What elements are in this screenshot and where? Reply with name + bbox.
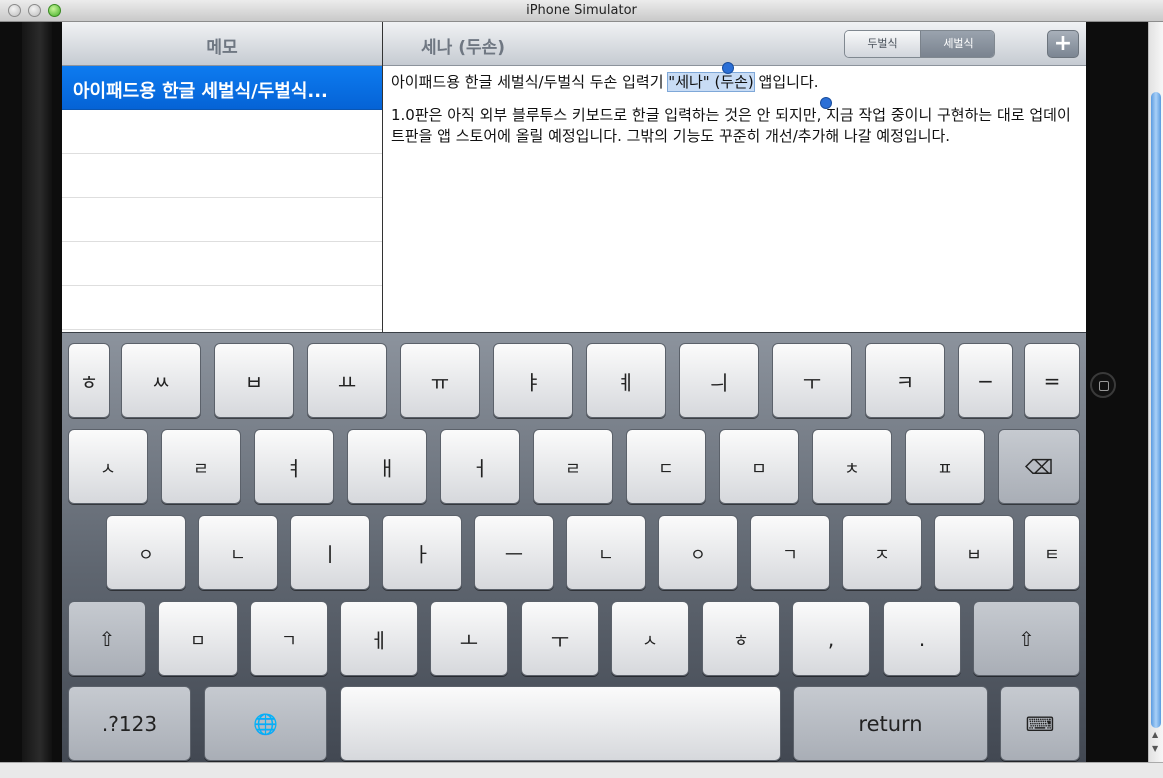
numbers-key[interactable]: .?123 [68,686,191,761]
layout-segmented-control: 두벌식 세벌식 [844,30,995,58]
segment-dubeolsik[interactable]: 두벌식 [845,31,920,57]
key[interactable]: ㅎ [702,601,780,676]
key[interactable]: ㅌ [1024,515,1080,590]
window-scrollbar[interactable]: ▲ ▼ [1148,22,1163,762]
key[interactable]: ㅐ [347,429,427,504]
memo-list-pane: 메모 아이패드용 한글 세벌식/두벌식... [62,22,383,332]
onscreen-keyboard: ㅎ ㅆ ㅂ ㅛ ㅠ ㅑ ㅖ ㅢ ㅜ ㅋ − = ㅅ ㄹ ㅕ ㅐ ㅓ ㄹ ㄷ ㅁ … [62,332,1086,762]
key[interactable]: ㄱ [750,515,830,590]
key[interactable]: ㄱ [250,601,328,676]
key[interactable]: ㅜ [772,343,852,418]
key[interactable]: − [958,343,1013,418]
key[interactable]: ㅖ [586,343,666,418]
key[interactable]: ㅔ [340,601,418,676]
space-key[interactable] [340,686,781,761]
home-square-icon [1099,381,1109,391]
list-item-label: 아이패드용 한글 세벌식/두벌식... [73,81,328,102]
key[interactable]: ㅂ [934,515,1014,590]
detail-title: 세나 (두손) [421,38,506,58]
scroll-down-arrow-icon[interactable]: ▼ [1152,744,1158,753]
list-item[interactable]: 아이패드용 한글 세벌식/두벌식... [62,66,382,110]
globe-icon: 🌐 [253,711,278,736]
key[interactable]: ㅁ [158,601,238,676]
shift-key-right[interactable]: ⇧ [973,601,1080,676]
key[interactable]: ㅋ [865,343,945,418]
home-button[interactable] [1090,372,1116,398]
memo-text: 앱입니다. [753,73,819,91]
key[interactable]: , [792,601,870,676]
key[interactable]: ㅅ [611,601,689,676]
ipad-bezel-left [0,22,62,762]
shift-icon: ⇧ [98,626,116,651]
key[interactable]: ㅢ [679,343,759,418]
window-title: iPhone Simulator [526,3,637,18]
ipad-screen: 메모 아이패드용 한글 세벌식/두벌식... 세나 (두손) 두벌식 세벌식 +… [62,22,1086,762]
key[interactable]: ㄷ [626,429,706,504]
detail-navbar: 세나 (두손) 두벌식 세벌식 + [383,22,1086,66]
key[interactable]: ㅇ [658,515,738,590]
key[interactable]: ㅓ [440,429,520,504]
backspace-key[interactable]: ⌫ [998,429,1080,504]
shift-key[interactable]: ⇧ [68,601,146,676]
key[interactable]: ㅆ [121,343,201,418]
add-memo-button[interactable]: + [1047,30,1079,58]
key[interactable]: ㅜ [521,601,599,676]
key[interactable]: ㄹ [533,429,613,504]
key[interactable]: ㅑ [493,343,573,418]
key[interactable]: = [1024,343,1080,418]
memo-text-area[interactable]: 아이패드용 한글 세벌식/두벌식 두손 입력기 "세나" (두손) 앱입니다. … [391,72,1071,159]
key[interactable]: ㄴ [198,515,278,590]
backspace-icon: ⌫ [1024,454,1054,479]
list-item-empty [62,110,382,154]
key[interactable]: . [883,601,961,676]
memo-text: 아이패드용 한글 세벌식/두벌식 두손 입력기 [391,73,669,91]
memo-list-navbar: 메모 [62,22,382,66]
key[interactable]: ㄴ [566,515,646,590]
key[interactable]: ㅠ [400,343,480,418]
hide-keyboard-key[interactable]: ⌨ [1000,686,1080,761]
scroll-up-arrow-icon[interactable]: ▲ [1152,730,1158,739]
memo-paragraph-2: 1.0판은 아직 외부 블루투스 키보드로 한글 입력하는 것은 안 되지만, … [391,106,1071,145]
key[interactable]: ㅣ [290,515,370,590]
memo-paragraph-1: 아이패드용 한글 세벌식/두벌식 두손 입력기 "세나" (두손) 앱입니다. [391,72,1071,93]
window-titlebar: iPhone Simulator [0,0,1163,22]
key[interactable]: ㅛ [307,343,387,418]
key[interactable]: ㅇ [106,515,186,590]
key[interactable]: ㅈ [842,515,922,590]
list-item-empty [62,286,382,330]
key[interactable]: ㅅ [68,429,148,504]
text-selection[interactable]: "세나" (두손) [667,72,755,92]
shift-icon: ⇧ [1018,626,1035,651]
memo-list-title: 메모 [206,38,238,58]
segment-sebeolsik[interactable]: 세벌식 [920,31,994,57]
key[interactable]: ㅗ [430,601,508,676]
keyboard-hide-icon: ⌨ [1025,711,1055,736]
memo-detail-pane: 세나 (두손) 두벌식 세벌식 + 아이패드용 한글 세벌식/두벌식 두손 입력… [383,22,1086,332]
scrollbar-thumb[interactable] [1151,92,1161,728]
key[interactable]: ㅁ [719,429,799,504]
key[interactable]: ㅂ [214,343,294,418]
selection-start-handle[interactable] [722,62,734,74]
key[interactable]: ㅍ [905,429,985,504]
list-item-empty [62,242,382,286]
key[interactable]: ㄹ [161,429,241,504]
key[interactable]: ㅕ [254,429,334,504]
key[interactable]: ㅊ [812,429,892,504]
return-key[interactable]: return [793,686,988,761]
selection-end-handle[interactable] [820,97,832,109]
list-item-empty [62,154,382,198]
globe-key[interactable]: 🌐 [204,686,327,761]
list-item-empty [62,198,382,242]
key[interactable]: ㅏ [382,515,462,590]
window-bottom-bar [0,762,1163,778]
key[interactable]: ㅡ [474,515,554,590]
key[interactable]: ㅎ [68,343,110,418]
